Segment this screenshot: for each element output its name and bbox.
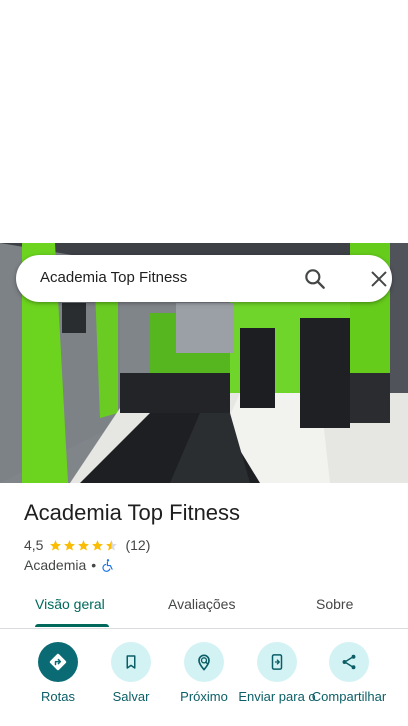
star-icon xyxy=(92,539,104,550)
star-icon xyxy=(50,539,62,550)
bookmark-icon[interactable] xyxy=(111,642,151,682)
tab-bar: Visão geral Avaliações Sobre xyxy=(0,582,408,629)
save-label: Salvar xyxy=(112,689,150,704)
action-buttons: Rotas Salvar Próximo Enviar para o Compa… xyxy=(0,640,408,726)
category-row: Academia • xyxy=(24,556,115,574)
send-to-phone-label: Enviar para o xyxy=(238,689,316,704)
place-category: Academia xyxy=(24,557,87,573)
selected-tab-indicator xyxy=(35,624,109,627)
rating-stars xyxy=(49,539,119,552)
map-area-blank xyxy=(0,0,408,243)
close-icon[interactable] xyxy=(368,268,390,290)
rating-value: 4,5 xyxy=(24,537,44,553)
wheelchair-accessible-icon xyxy=(102,559,113,572)
review-count[interactable]: (12) xyxy=(125,537,150,553)
nearby-icon[interactable] xyxy=(184,642,224,682)
star-half-icon xyxy=(106,539,118,550)
save-button[interactable]: Salvar xyxy=(91,640,171,704)
star-icon xyxy=(78,539,90,550)
send-to-phone-icon[interactable] xyxy=(257,642,297,682)
rating-row[interactable]: 4,5 (12) xyxy=(24,536,150,554)
tab-reviews[interactable]: Avaliações xyxy=(168,596,235,612)
share-button[interactable]: Compartilhar xyxy=(309,640,389,704)
star-icon xyxy=(64,539,76,550)
directions-label: Rotas xyxy=(41,689,75,704)
search-input[interactable]: Academia Top Fitness xyxy=(40,269,187,286)
tab-overview[interactable]: Visão geral xyxy=(35,596,105,612)
search-icon[interactable] xyxy=(302,266,328,292)
share-icon[interactable] xyxy=(329,642,369,682)
directions-icon[interactable] xyxy=(38,642,78,682)
nearby-button[interactable]: Próximo xyxy=(164,640,244,704)
directions-button[interactable]: Rotas xyxy=(18,640,98,704)
nearby-label: Próximo xyxy=(180,689,228,704)
separator: • xyxy=(91,557,97,573)
search-bar[interactable]: Academia Top Fitness xyxy=(16,255,392,302)
place-title: Academia Top Fitness xyxy=(24,500,241,525)
send-to-phone-button[interactable]: Enviar para o xyxy=(237,640,317,704)
share-label: Compartilhar xyxy=(311,689,387,704)
tab-about[interactable]: Sobre xyxy=(316,596,353,612)
